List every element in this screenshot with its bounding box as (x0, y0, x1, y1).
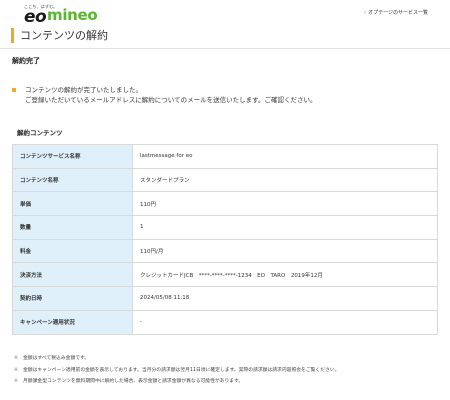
row-label: 決済方法 (12, 262, 133, 288)
row-value: - (132, 309, 438, 335)
message-text-1: コンテンツの解約が完了いたしました。 (25, 86, 142, 94)
note-item: ※ 金額はすべて税込み金額です。 (14, 353, 444, 365)
table-row: 料金 110円/月 (12, 238, 438, 264)
message-text-2: ご登録いただいているメールアドレスに解約についてのメールを送信いたします。ご確認… (25, 96, 317, 104)
service-list-link-label: オプテージのサービス一覧 (368, 10, 428, 16)
orange-bullet-icon (12, 88, 16, 92)
eo-brand-text: eo (24, 7, 47, 27)
note-item: ※ 月額課金型コンテンツを無料期間中に解約した場合、表示金額と請求金額が異なる可能… (14, 376, 444, 388)
table-row: 契約日時 2024/05/08 11:18 (12, 286, 438, 311)
row-value: スタンダードプラン (132, 167, 438, 193)
row-value: 110円/月 (132, 238, 438, 264)
completion-heading: 解約完了 (12, 57, 40, 65)
note-mark: ※ (14, 356, 19, 361)
table-row: キャンペーン適用状況 - (12, 309, 438, 335)
row-value: クレジットカードJCB ****-****-****-1234 EO TARO … (132, 262, 438, 288)
message-line: コンテンツの解約が完了いたしました。 (12, 85, 432, 95)
row-value: 1 (132, 215, 438, 240)
table-row: 単価 110円 (12, 191, 438, 217)
note-mark: ※ (14, 379, 19, 384)
cancelled-content-table: コンテンツサービス名称 lastmessage for eo コンテンツ名称 スタンダ… (12, 144, 438, 335)
site-header: ここち、はずむ。 eo mineo › オプテージのサービス一覧 (0, 0, 450, 26)
table-row: 決済方法 クレジットカードJCB ****-****-****-1234 EO T… (12, 262, 438, 288)
mineo-logo[interactable]: mineo (47, 7, 98, 23)
row-value: 2024/05/08 11:18 (132, 286, 438, 311)
table-row: コンテンツ名称 スタンダードプラン (12, 167, 438, 193)
row-label: キャンペーン適用状況 (12, 309, 133, 335)
row-value: 110円 (132, 191, 438, 217)
row-label: 数量 (12, 215, 133, 240)
note-mark: ※ (14, 367, 19, 373)
row-value: lastmessage for eo (132, 144, 438, 169)
row-label: 契約日時 (12, 286, 133, 311)
table-row: コンテンツサービス名称 lastmessage for eo (12, 144, 438, 169)
row-label: コンテンツサービス名称 (12, 144, 133, 169)
note-text: 金額はキャンペーン適用前の金額を表示しております。当月分の請求額は翌月11日頃に… (23, 367, 340, 373)
header-divider (0, 48, 450, 49)
note-text: 金額はすべて税込み金額です。 (23, 356, 90, 361)
table-row: 数量 1 (12, 215, 438, 240)
note-text: 月額課金型コンテンツを無料期間中に解約した場合、表示金額と請求金額が異なる可能性… (23, 379, 244, 384)
page-title-bar: コンテンツの解約 (11, 28, 439, 43)
notes-list: ※ 金額はすべて税込み金額です。 ※ 金額はキャンペーン適用前の金額を表示しております… (14, 353, 444, 388)
note-item: ※ 金額はキャンペーン適用前の金額を表示しております。当月分の請求額は翌月11日頃… (14, 365, 444, 377)
chevron-right-icon: › (364, 9, 367, 16)
title-accent-bar (11, 28, 14, 43)
row-label: コンテンツ名称 (12, 167, 133, 193)
details-heading: 解約コンテンツ (17, 129, 63, 137)
row-label: 料金 (12, 238, 133, 264)
row-label: 単価 (12, 191, 133, 217)
page-title: コンテンツの解約 (20, 29, 108, 42)
completion-message: コンテンツの解約が完了いたしました。 ご登録いただいているメールアドレスに解約に… (12, 85, 432, 105)
service-list-link[interactable]: › オプテージのサービス一覧 (364, 9, 428, 17)
